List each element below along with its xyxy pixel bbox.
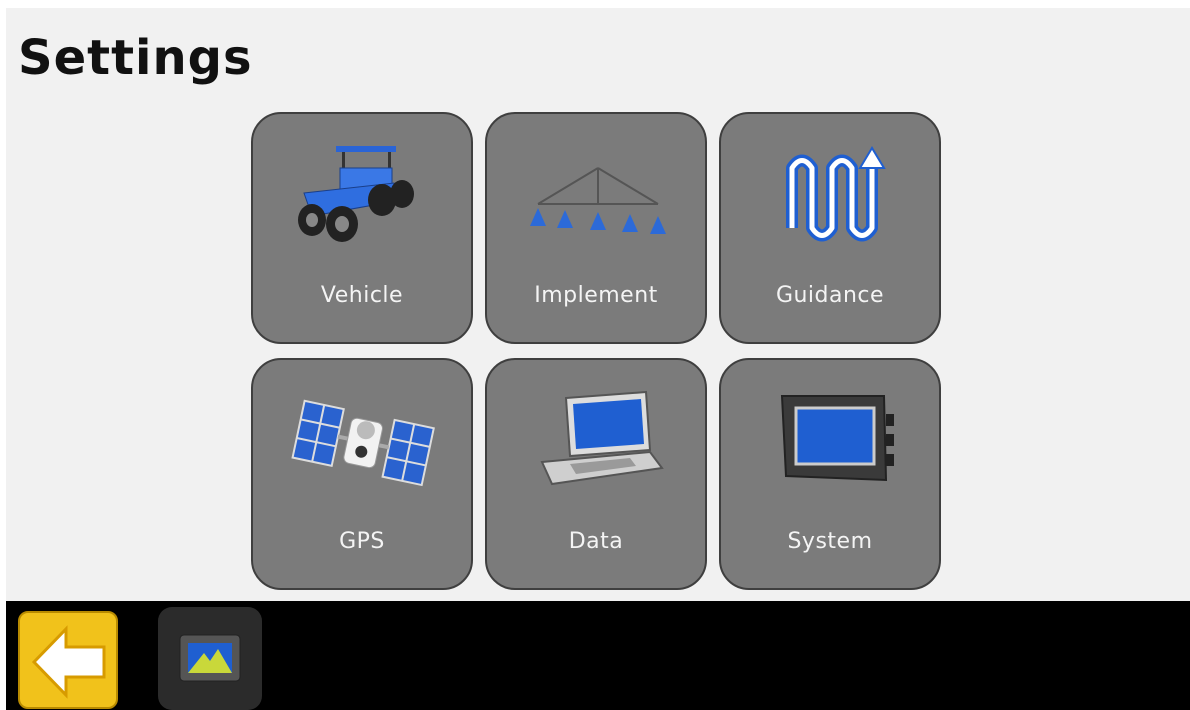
tile-label: Implement [534, 283, 658, 308]
display-home-icon [179, 634, 241, 682]
back-button[interactable] [18, 611, 118, 709]
tile-label: GPS [339, 529, 385, 554]
system-tile[interactable]: System [719, 358, 941, 590]
tile-label: Vehicle [320, 283, 404, 308]
page-title: Settings [18, 30, 253, 86]
bottom-bar [6, 601, 1190, 710]
tile-label: Data [568, 529, 624, 554]
sprayer-boom-icon [518, 138, 678, 248]
data-tile[interactable]: Data [485, 358, 707, 590]
laptop-icon [518, 384, 678, 494]
tile-label: System [787, 529, 873, 554]
guidance-path-icon [752, 138, 912, 248]
display-console-icon [752, 384, 912, 494]
guidance-tile[interactable]: Guidance [719, 112, 941, 344]
settings-screen: Settings Vehicle Implement Guidance GPS … [6, 8, 1190, 710]
vehicle-tile[interactable]: Vehicle [251, 112, 473, 344]
settings-grid: Vehicle Implement Guidance GPS Data Syst… [251, 112, 945, 594]
tractor-icon [284, 138, 444, 248]
display-home-button[interactable] [158, 607, 262, 710]
implement-tile[interactable]: Implement [485, 112, 707, 344]
back-arrow-icon [31, 625, 106, 699]
tile-label: Guidance [775, 283, 885, 308]
satellite-icon [284, 384, 444, 494]
gps-tile[interactable]: GPS [251, 358, 473, 590]
